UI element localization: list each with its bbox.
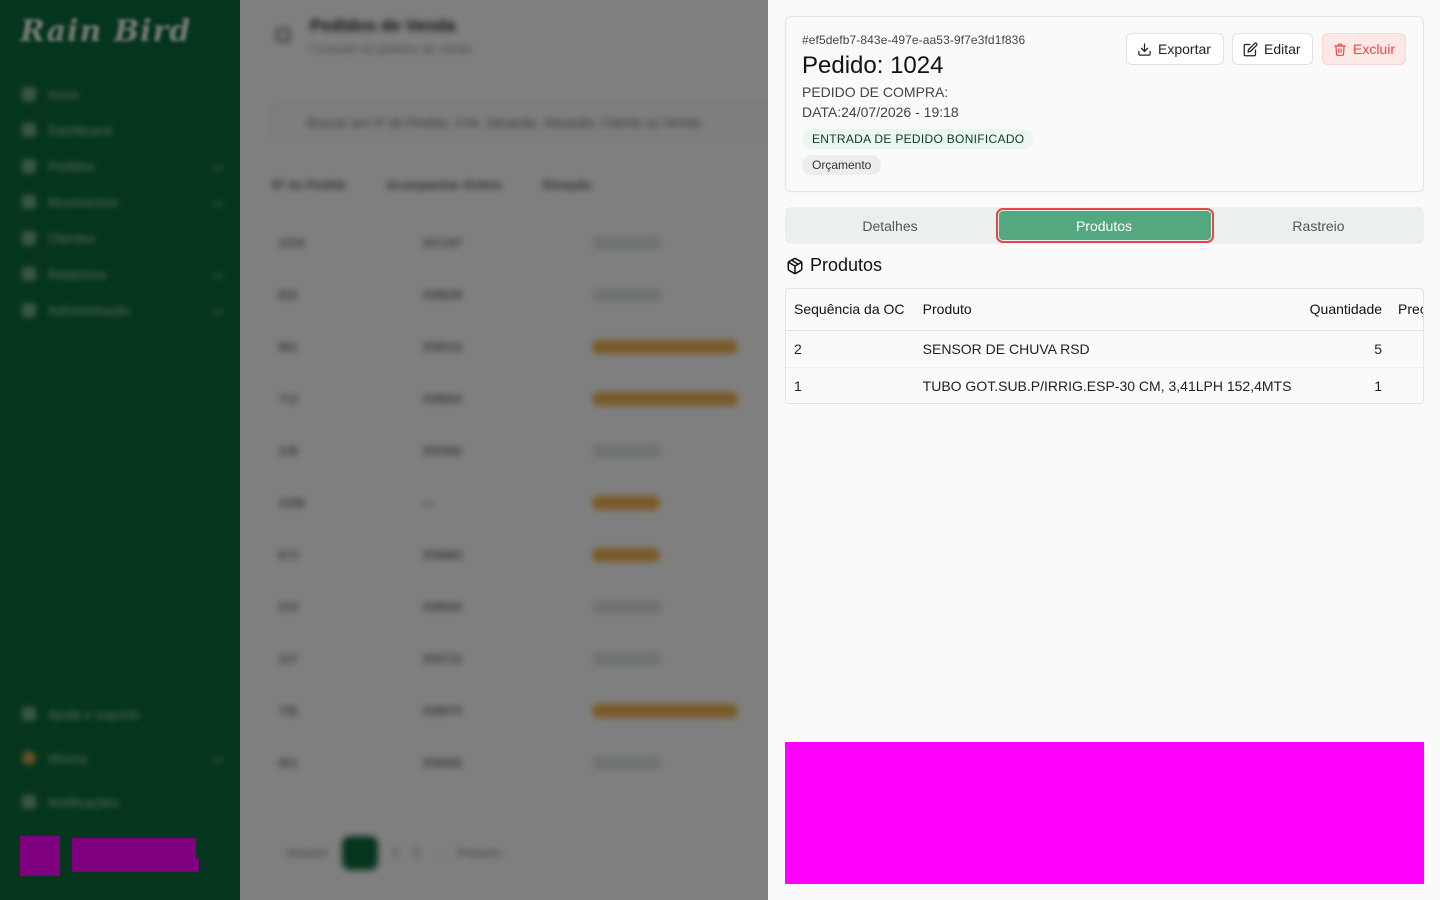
package-icon <box>787 257 803 274</box>
purchase-order-label: PEDIDO DE COMPRA: <box>802 84 949 100</box>
detail-tabs: Detalhes Produtos Rastreio <box>785 207 1424 244</box>
cell-product: SENSOR DE CHUVA RSD <box>914 330 1300 368</box>
delete-button[interactable]: Excluir <box>1322 33 1406 65</box>
export-button-label: Exportar <box>1158 41 1211 57</box>
status-badge: Orçamento <box>802 155 882 175</box>
redacted-region <box>785 742 1424 884</box>
order-id: #ef5defb7-843e-497e-aa53-9f7e3fd1f836 <box>802 33 1026 47</box>
order-number: 1024 <box>890 52 944 79</box>
cell-price: 1 <box>1390 367 1423 403</box>
order-date: DATA:24/07/2026 - 19:18 <box>802 104 959 120</box>
tab-details[interactable]: Detalhes <box>785 207 995 244</box>
export-button[interactable]: Exportar <box>1126 33 1224 65</box>
cell-seq: 1 <box>794 377 802 394</box>
tab-products[interactable]: Produtos <box>995 207 1214 244</box>
table-row[interactable]: 2 SENSOR DE CHUVA RSD 5 <box>786 330 1423 368</box>
cell-product: TUBO GOT.SUB.P/IRRIG.ESP-30 CM, 3,41LPH … <box>922 377 1292 394</box>
tab-tracking[interactable]: Rastreio <box>1213 207 1424 244</box>
trash-icon <box>1334 43 1346 56</box>
column-header-qty: Quantidade <box>1299 289 1391 331</box>
products-table: Sequência da OC Produto Quantidade Preço… <box>785 288 1424 404</box>
download-icon <box>1138 42 1151 56</box>
order-title-prefix: Pedido: <box>802 52 884 79</box>
cell-qty: 5 <box>1299 330 1391 368</box>
edit-button[interactable]: Editar <box>1232 33 1313 65</box>
cell-seq: 2 <box>786 330 915 368</box>
modal-backdrop[interactable] <box>0 0 768 900</box>
column-header-seq: Sequência da OC <box>786 289 915 331</box>
order-type-badge: ENTRADA DE PEDIDO BONIFICADO <box>802 129 1035 149</box>
column-header-product: Produto <box>914 289 1300 331</box>
column-header-price: Preço <box>1390 289 1423 331</box>
table-row[interactable]: 1 TUBO GOT.SUB.P/IRRIG.ESP-30 CM, 3,41LP… <box>786 367 1423 403</box>
order-title: Pedido: 1024 <box>802 52 943 80</box>
cell-price <box>1390 330 1423 368</box>
section-title: Produtos <box>786 255 882 276</box>
edit-icon <box>1243 42 1258 56</box>
table-header-row: Sequência da OC Produto Quantidade Preço <box>786 289 1423 331</box>
delete-button-label: Excluir <box>1352 41 1395 57</box>
section-title-label: Produtos <box>810 255 883 275</box>
cell-qty: 1 <box>1374 377 1383 394</box>
edit-button-label: Editar <box>1264 41 1301 57</box>
